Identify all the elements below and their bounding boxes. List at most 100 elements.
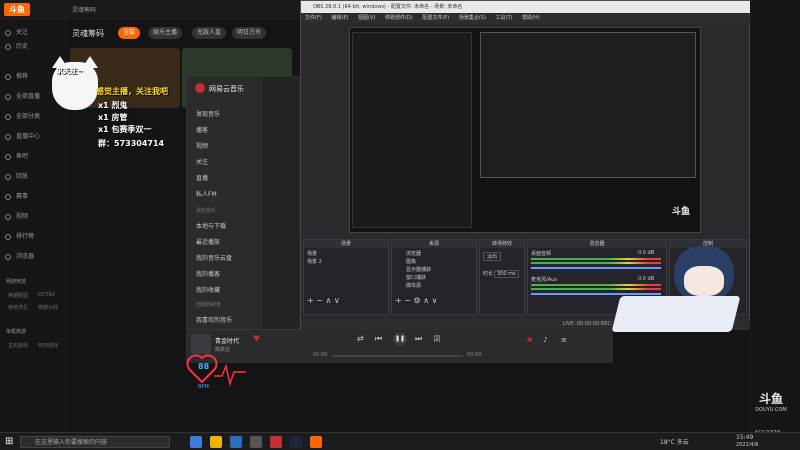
menu-profile[interactable]: 配置文件(P) <box>422 15 449 21</box>
game-link[interactable]: 英雄联盟 <box>8 292 28 299</box>
progress-bar[interactable] <box>333 355 463 357</box>
menu-file[interactable]: 文件(F) <box>305 15 322 21</box>
sidebar-item-replay[interactable]: 回放 <box>0 170 68 184</box>
right-panel <box>750 0 800 432</box>
music-nav-discover[interactable]: 发现音乐 <box>196 109 220 118</box>
sidebar-item-rank[interactable]: 排行榜 <box>0 230 68 244</box>
edge-icon[interactable] <box>190 436 202 448</box>
home-icon <box>5 74 11 80</box>
like-heart-icon[interactable]: ♥ <box>253 334 260 343</box>
menu-scenes[interactable]: 场景集合(S) <box>459 15 486 21</box>
menu-docks[interactable]: 停靠部件(D) <box>385 15 413 21</box>
music-nav-fm[interactable]: 私人FM <box>196 189 217 198</box>
sidebar-item-events[interactable]: 赛事 <box>0 190 68 204</box>
tab-title[interactable]: 灵魂筹码 <box>72 5 96 14</box>
source-item[interactable]: 窗口捕获 <box>406 274 426 281</box>
music-nav-video[interactable]: 视频 <box>196 141 208 150</box>
volume-slider[interactable] <box>531 267 661 269</box>
sidebar-item-follow[interactable]: 关注 <box>0 26 68 40</box>
menu-help[interactable]: 帮助(H) <box>522 15 540 21</box>
duration-input[interactable]: 300 ms <box>494 270 519 278</box>
lyrics-icon[interactable]: 词 <box>433 334 440 344</box>
nested-douyu <box>352 32 472 228</box>
time-current: 00:00 <box>313 352 328 358</box>
source-item[interactable]: 图像 <box>406 258 416 265</box>
music-nav-live[interactable]: 直播 <box>196 173 208 182</box>
windows-icon[interactable]: ⊞ <box>5 436 13 447</box>
watermark-logo: 斗鱼 <box>758 392 783 406</box>
sidebar-item-history[interactable]: 历史 <box>0 40 68 54</box>
chip-entertain[interactable]: 娱乐主播 <box>148 27 183 39</box>
clock-time: 15:49 <box>736 434 754 441</box>
nested-preview <box>480 32 696 178</box>
music-nav-podcast[interactable]: 播客 <box>196 125 208 134</box>
steam-icon[interactable] <box>290 436 302 448</box>
sidebar-item-video[interactable]: 视频 <box>0 210 68 224</box>
music-nav-follow[interactable]: 关注 <box>196 157 208 166</box>
music-podcast[interactable]: 我的播客 <box>196 269 220 278</box>
obs-preview[interactable]: 斗鱼 <box>349 27 701 233</box>
music-section-mine: 我的音乐 <box>196 208 217 214</box>
section-single: 单机热游 <box>6 329 27 335</box>
shuffle-icon[interactable]: ⇄ <box>357 334 364 343</box>
mixer-db: 0.0 dB <box>638 276 655 282</box>
browser-icon <box>5 254 11 260</box>
music-recent[interactable]: 最近播放 <box>196 237 220 246</box>
chip-king[interactable]: 无敌人皇 <box>192 27 227 39</box>
game-link[interactable]: 穿越火线 <box>38 304 58 311</box>
gift-row: x1 包赛季双一 <box>98 125 152 134</box>
duration-label: 时长 <box>483 271 494 277</box>
gift-row: x1 烈鬼 <box>98 101 128 110</box>
douyu-logo[interactable]: 斗鱼 <box>4 3 30 16</box>
volume-slider[interactable] <box>531 293 661 295</box>
menu-tools[interactable]: 工具(T) <box>496 15 513 21</box>
replay-icon <box>5 174 11 180</box>
dock-title: 转场特效 <box>480 240 524 248</box>
mixer-db: 0.0 dB <box>638 250 655 256</box>
clock-date: 2022/4/6 <box>736 442 759 448</box>
sidebar-item-browser[interactable]: 浏览器 <box>0 250 68 264</box>
store-icon[interactable] <box>230 436 242 448</box>
music-cloud[interactable]: 我的音乐云盘 <box>196 253 232 262</box>
prev-icon[interactable]: ⏮ <box>375 334 382 344</box>
obs-menubar: 文件(F) 编辑(E) 视图(V) 停靠部件(D) 配置文件(P) 场景集合(S… <box>301 13 751 23</box>
scene-item[interactable]: 场景 2 <box>307 258 322 265</box>
pause-button[interactable]: ❚❚ <box>393 332 407 346</box>
bpm-label: BPM <box>198 384 209 390</box>
source-item[interactable]: 浏览器 <box>406 250 421 257</box>
watermark-sub: DOUYU.COM <box>755 407 787 413</box>
menu-edit[interactable]: 编辑(E) <box>331 15 348 21</box>
volume-icon[interactable]: ♪ <box>543 336 547 344</box>
source-item[interactable]: 媒体源 <box>406 282 421 289</box>
netease-task-icon[interactable] <box>270 436 282 448</box>
explorer-icon[interactable] <box>210 436 222 448</box>
sidebar-item-fishbar[interactable]: 鱼吧 <box>0 150 68 164</box>
game-link[interactable]: 绝地求生 <box>8 304 28 311</box>
volume-meter <box>531 284 661 286</box>
douyu-task-icon[interactable] <box>310 436 322 448</box>
music-collect[interactable]: 我的收藏 <box>196 285 220 294</box>
menu-view[interactable]: 视图(V) <box>358 15 375 21</box>
music-player-bar: 青金时代 陈奕迅 ♥ ⇄ ⏮ ❚❚ ⏭ 词 00:00 00:00 ▣ ♪ ≡ <box>187 329 613 363</box>
sidebar-item-categories[interactable]: 全部分类 <box>0 110 68 124</box>
game-link[interactable]: DOTA2 <box>38 292 55 298</box>
single-link[interactable]: 主机游戏 <box>8 342 28 349</box>
add-scene-button[interactable]: + − ∧ ∨ <box>307 296 340 305</box>
sidebar-item-center[interactable]: 直播中心 <box>0 130 68 144</box>
source-item[interactable]: 显示器捕获 <box>406 266 431 273</box>
playlist-icon[interactable]: ≡ <box>561 336 567 344</box>
transition-select[interactable]: 淡出 <box>483 252 502 261</box>
taskbar-search[interactable]: 在这里输入你要搜索的内容 <box>20 436 170 448</box>
single-link[interactable]: 怀旧游戏 <box>38 342 58 349</box>
music-local[interactable]: 本地与下载 <box>196 221 226 230</box>
chip-arknights[interactable]: 明日方舟 <box>232 27 267 39</box>
quality-badge[interactable]: ▣ <box>527 336 533 343</box>
add-source-button[interactable]: + − ⚙ ∧ ∨ <box>395 296 437 305</box>
dock-title: 混音器 <box>528 240 666 248</box>
next-icon[interactable]: ⏭ <box>415 334 422 344</box>
chip-all[interactable]: 全部 <box>118 27 141 39</box>
music-liked[interactable]: 我喜欢的音乐 <box>196 315 232 324</box>
mixer-track: 桌面音频 <box>531 251 552 257</box>
scene-item[interactable]: 场景 <box>307 250 317 257</box>
obs-task-icon[interactable] <box>250 436 262 448</box>
